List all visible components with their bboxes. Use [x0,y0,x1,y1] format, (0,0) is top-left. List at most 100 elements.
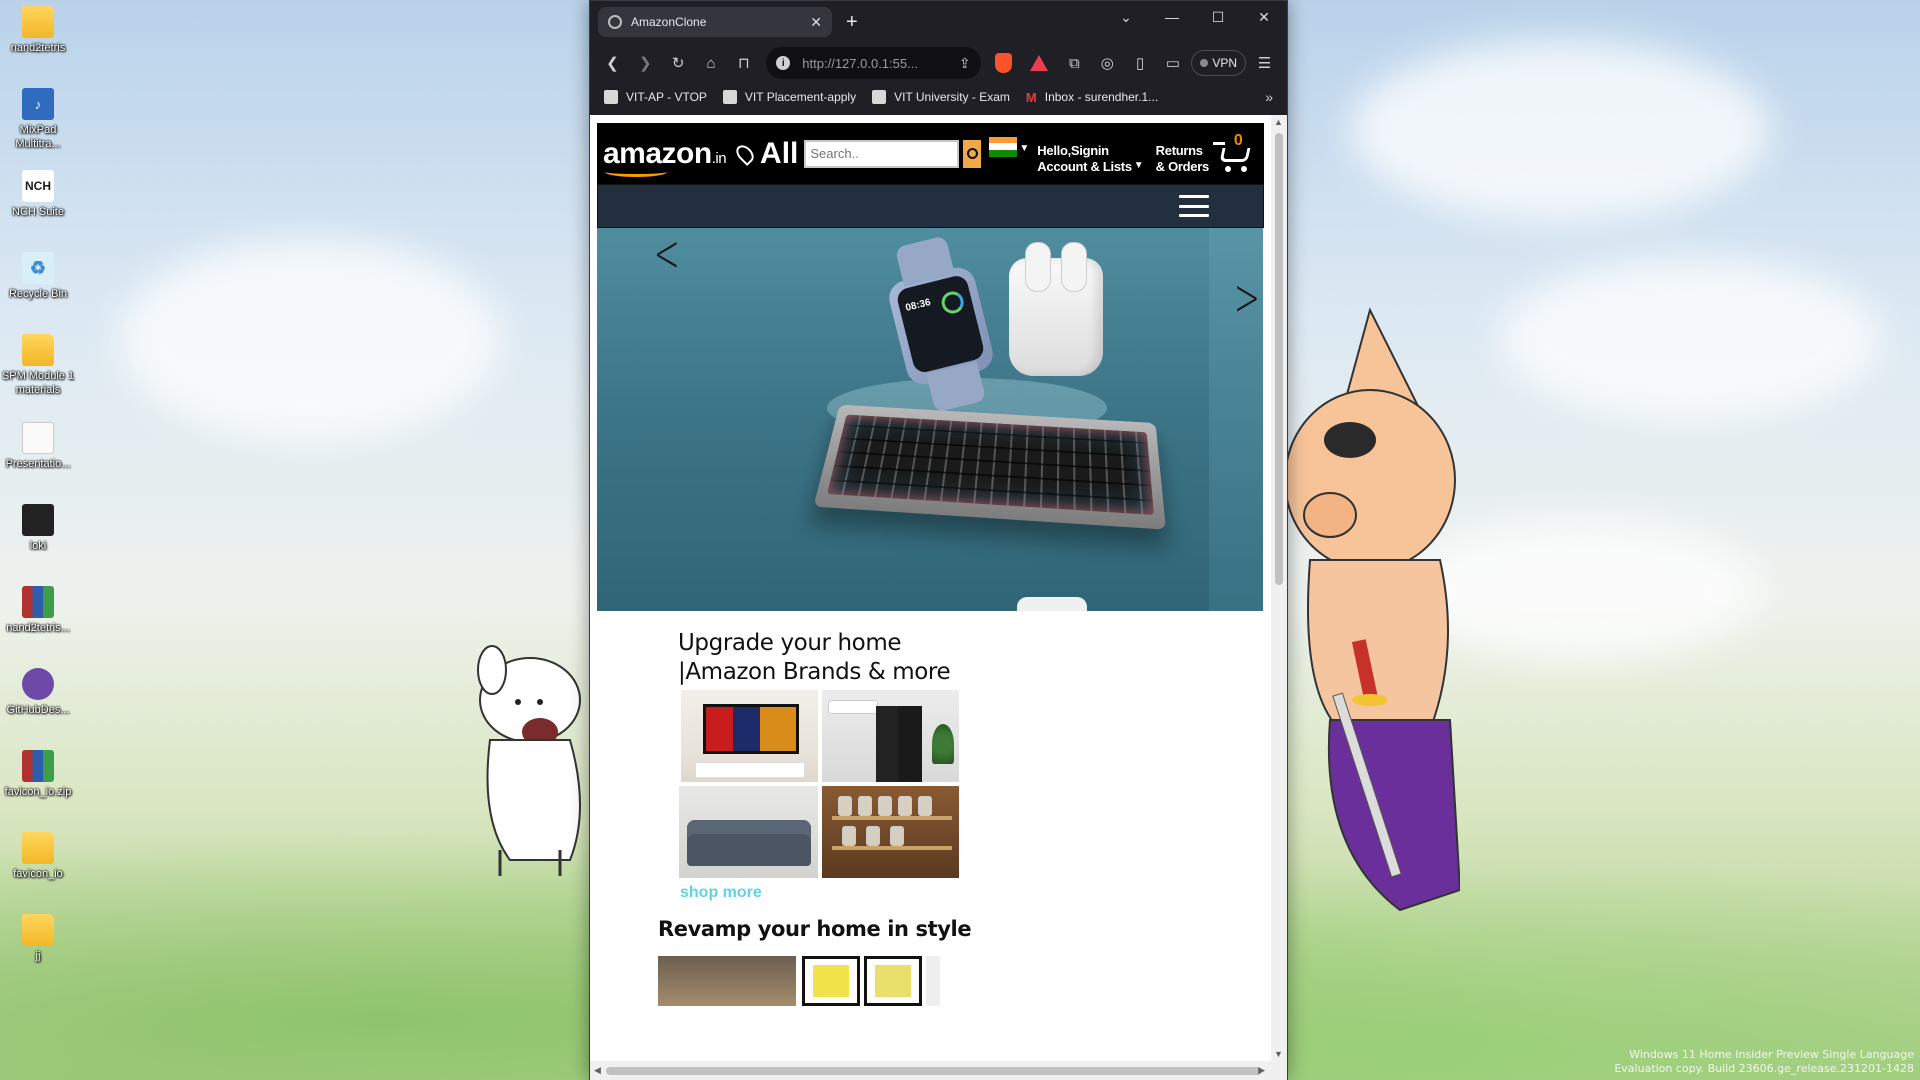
browser-titlebar: AmazonClone ✕ + ⌄ — ☐ ✕ [590,1,1287,43]
folder-icon [22,334,54,366]
reload-icon[interactable]: ↻ [664,48,693,78]
scroll-left-arrow-icon[interactable]: ◀ [594,1065,601,1076]
wallet-icon[interactable]: ▭ [1159,48,1188,78]
desktop-icon-mixpad[interactable]: ♪ MixPad Multitra... [0,82,76,160]
watch-time: 08:36 [904,296,932,314]
nch-icon: NCH [22,170,54,202]
search-icon [966,148,978,159]
fridge-product-tile[interactable] [822,690,959,782]
desktop-icon-label: GitHubDes... [6,704,70,716]
chevron-down-icon[interactable]: ▼ [1134,160,1144,171]
wall-art-product-image[interactable] [864,956,922,1006]
home-icon[interactable]: ⌂ [697,48,726,78]
minimize-button[interactable]: — [1149,1,1195,33]
carousel-prev-icon[interactable]: < [654,228,680,280]
vertical-scrollbar-thumb[interactable] [1275,133,1283,585]
amazon-logo-text: amazon [603,136,712,170]
desktop-icon-favicon-io[interactable]: favicon_io [0,826,76,904]
upgrade-home-card: Upgrade your home |Amazon Brands & more [678,629,968,687]
desktop-icon-nand2tetris[interactable]: nand2tetris [0,0,76,78]
share-icon[interactable]: ⇪ [959,55,971,72]
bookmark-vit-ap-vtop[interactable]: VIT-AP - VTOP [604,90,707,104]
sidebar-icon[interactable]: ▯ [1126,48,1155,78]
winrar-icon [22,750,54,782]
desktop-icon-label: jj [35,950,41,962]
carousel-next-icon[interactable]: > [1234,272,1260,324]
search-input[interactable] [804,139,960,168]
earbud [1061,242,1087,292]
close-tab-icon[interactable]: ✕ [810,14,822,31]
hero-keyboard-image [813,404,1166,530]
watermark-line: Evaluation copy. Build 23606.ge_release.… [1614,1062,1914,1075]
horizontal-scrollbar[interactable]: ◀ ▶ [590,1061,1287,1080]
extensions-icon[interactable]: ⧉ [1060,48,1089,78]
tab-amazonclone[interactable]: AmazonClone ✕ [598,7,832,37]
returns-orders-link[interactable]: Returns & Orders [1156,143,1210,175]
folder-icon [22,504,54,536]
sofa-product-tile[interactable] [679,786,818,878]
tab-search-chevron-icon[interactable]: ⌄ [1103,1,1149,33]
sofa-image [687,820,811,866]
hamburger-menu-icon[interactable] [1179,195,1209,217]
bookmarks-overflow-button[interactable]: » [1265,89,1273,105]
shelf-image [832,816,952,820]
menu-icon[interactable]: ☰ [1250,48,1279,78]
scroll-right-arrow-icon[interactable]: ▶ [1258,1065,1265,1076]
desktop-icon-nand2tetris-archive[interactable]: nand2tetris... [0,580,76,658]
desktop-icon-nch-suite[interactable]: NCH NCH Suite [0,164,76,242]
desktop-icon-presentation[interactable]: Presentatio... [0,416,76,494]
jar-image [898,796,912,816]
desktop-icon-spm-module[interactable]: SPM Module 1 materials [0,328,76,406]
wall-art-product-image[interactable] [802,956,860,1006]
bookmark-gmail-inbox[interactable]: M Inbox - surendher.1... [1026,90,1159,105]
forward-arrow-icon[interactable]: ❯ [631,48,660,78]
search-button[interactable] [963,139,982,168]
maximize-button[interactable]: ☐ [1195,1,1241,33]
storage-jars-product-tile[interactable] [822,786,959,878]
desktop-icon-loki[interactable]: loki [0,498,76,576]
leo-ai-icon[interactable]: ◎ [1093,48,1122,78]
windows-watermark: Windows 11 Home Insider Preview Single L… [1614,1048,1914,1076]
chevron-down-icon[interactable]: ▼ [1019,143,1029,154]
desktop-icon-favicon-zip[interactable]: favicon_io.zip [0,744,76,822]
bookmark-vit-exam[interactable]: VIT University - Exam [872,90,1010,104]
address-bar[interactable]: i http://127.0.0.1:55... ⇪ [766,47,981,79]
scroll-up-arrow-icon[interactable]: ▲ [1274,117,1283,127]
amazon-logo[interactable]: amazon.in [603,136,727,177]
close-window-button[interactable]: ✕ [1241,1,1287,33]
desktop-icon-jj[interactable]: jj [0,908,76,986]
desktop-icon-label: Recycle Bin [8,288,68,300]
browser-toolbar: ❮ ❯ ↻ ⌂ ⊓ i http://127.0.0.1:55... ⇪ ⧉ ◎… [590,43,1287,83]
bedding-product-image[interactable] [658,956,796,1006]
site-info-icon[interactable]: i [776,56,791,70]
horizontal-scrollbar-thumb[interactable] [606,1067,1262,1075]
wallpaper-cloud [1500,260,1880,420]
brave-rewards-icon[interactable] [1029,55,1048,71]
back-arrow-icon[interactable]: ❮ [598,48,627,78]
cart-button[interactable]: 0 [1212,132,1257,174]
amazon-header: amazon.in All ▼ Hello,Signin Account & L… [597,123,1264,184]
vpn-status-icon [1200,59,1209,67]
fridge-image [876,706,922,782]
desktop-icon-github-desktop[interactable]: GitHubDes... [0,662,76,740]
desktop-icon-recycle-bin[interactable]: ♻ Recycle Bin [0,246,76,324]
new-tab-button[interactable]: + [846,11,858,34]
bookmark-label: Inbox - surendher.1... [1044,90,1159,104]
location-pin-icon[interactable] [733,141,758,166]
tv-product-tile[interactable] [681,690,818,782]
plant-image [932,724,954,764]
india-flag-icon[interactable] [989,136,1018,157]
shop-more-link[interactable]: shop more [680,884,762,902]
bookmark-label: VIT University - Exam [894,90,1010,104]
account-lists-link[interactable]: Hello,Signin Account & Lists [1037,142,1132,175]
brave-shields-icon[interactable] [994,53,1012,73]
bookmark-icon[interactable]: ⊓ [729,48,758,78]
all-categories-button[interactable]: All [760,137,798,171]
vertical-scrollbar[interactable]: ▲ ▼ [1271,115,1287,1061]
account-greeting: Hello,Signin [1037,142,1109,158]
vpn-button[interactable]: VPN [1191,50,1247,76]
globe-icon [608,15,622,29]
bookmark-vit-placement[interactable]: VIT Placement-apply [722,90,856,104]
partial-product-image[interactable] [926,956,940,1006]
scroll-down-arrow-icon[interactable]: ▼ [1274,1049,1283,1059]
